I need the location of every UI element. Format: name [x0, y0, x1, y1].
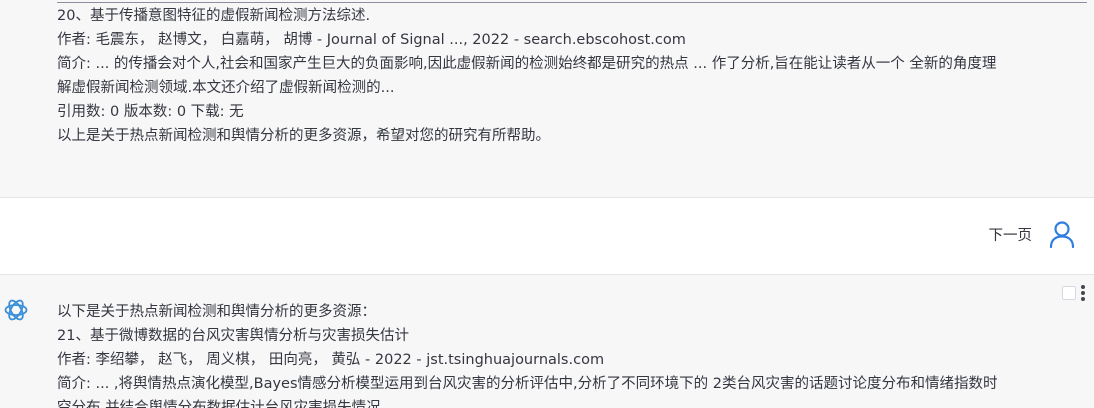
assistant-message: 以下是关于热点新闻检测和舆情分析的更多资源： 21、基于微博数据的台风灾害舆情分… [0, 275, 1094, 408]
copy-button[interactable] [1062, 286, 1076, 300]
divider [57, 2, 1087, 3]
closing-text: 以上是关于热点新闻检测和舆情分析的更多资源，希望对您的研究有所帮助。 [57, 128, 550, 144]
openai-logo-icon [4, 299, 28, 321]
message-content: 20、基于传播意图特征的虚假新闻检测方法综述. 作者: 毛震东， 赵博文， 白嘉… [57, 4, 1087, 148]
message-actions [1061, 285, 1089, 305]
more-options-icon[interactable] [1081, 285, 1085, 303]
result-summary-cont: 解虚假新闻检测领域.本文还介绍了虚假新闻检测的... [57, 80, 395, 96]
result-summary: 简介: ... 的传播会对个人,社会和国家产生巨大的负面影响,因此虚假新闻的检测… [57, 56, 997, 72]
result-summary-cont: 空分布,并结合舆情分布数据估计台风灾害损失情况... [57, 400, 395, 408]
result-summary: 简介: ... ,将舆情热点演化模型,Bayes情感分析模型运用到台风灾害的分析… [57, 376, 998, 392]
intro-text: 以下是关于热点新闻检测和舆情分析的更多资源： [57, 304, 376, 320]
result-authors: 作者: 毛震东， 赵博文， 白嘉萌， 胡博 - Journal of Signa… [57, 32, 686, 48]
user-message: 下一页 [0, 198, 1094, 275]
chat-page: 20、基于传播意图特征的虚假新闻检测方法综述. 作者: 毛震东， 赵博文， 白嘉… [0, 0, 1094, 408]
assistant-message-previous: 20、基于传播意图特征的虚假新闻检测方法综述. 作者: 毛震东， 赵博文， 白嘉… [0, 0, 1094, 198]
user-message-text: 下一页 [988, 228, 1033, 244]
result-title: 21、基于微博数据的台风灾害舆情分析与灾害损失估计 [57, 328, 409, 344]
user-icon [1049, 221, 1075, 248]
result-authors: 作者: 李绍攀， 赵飞， 周义棋， 田向亮， 黄弘 - 2022 - jst.t… [57, 352, 605, 368]
result-title: 20、基于传播意图特征的虚假新闻检测方法综述. [57, 8, 371, 24]
result-stats: 引用数: 0 版本数: 0 下载: 无 [57, 104, 244, 120]
message-content: 以下是关于热点新闻检测和舆情分析的更多资源： 21、基于微博数据的台风灾害舆情分… [57, 300, 1087, 408]
